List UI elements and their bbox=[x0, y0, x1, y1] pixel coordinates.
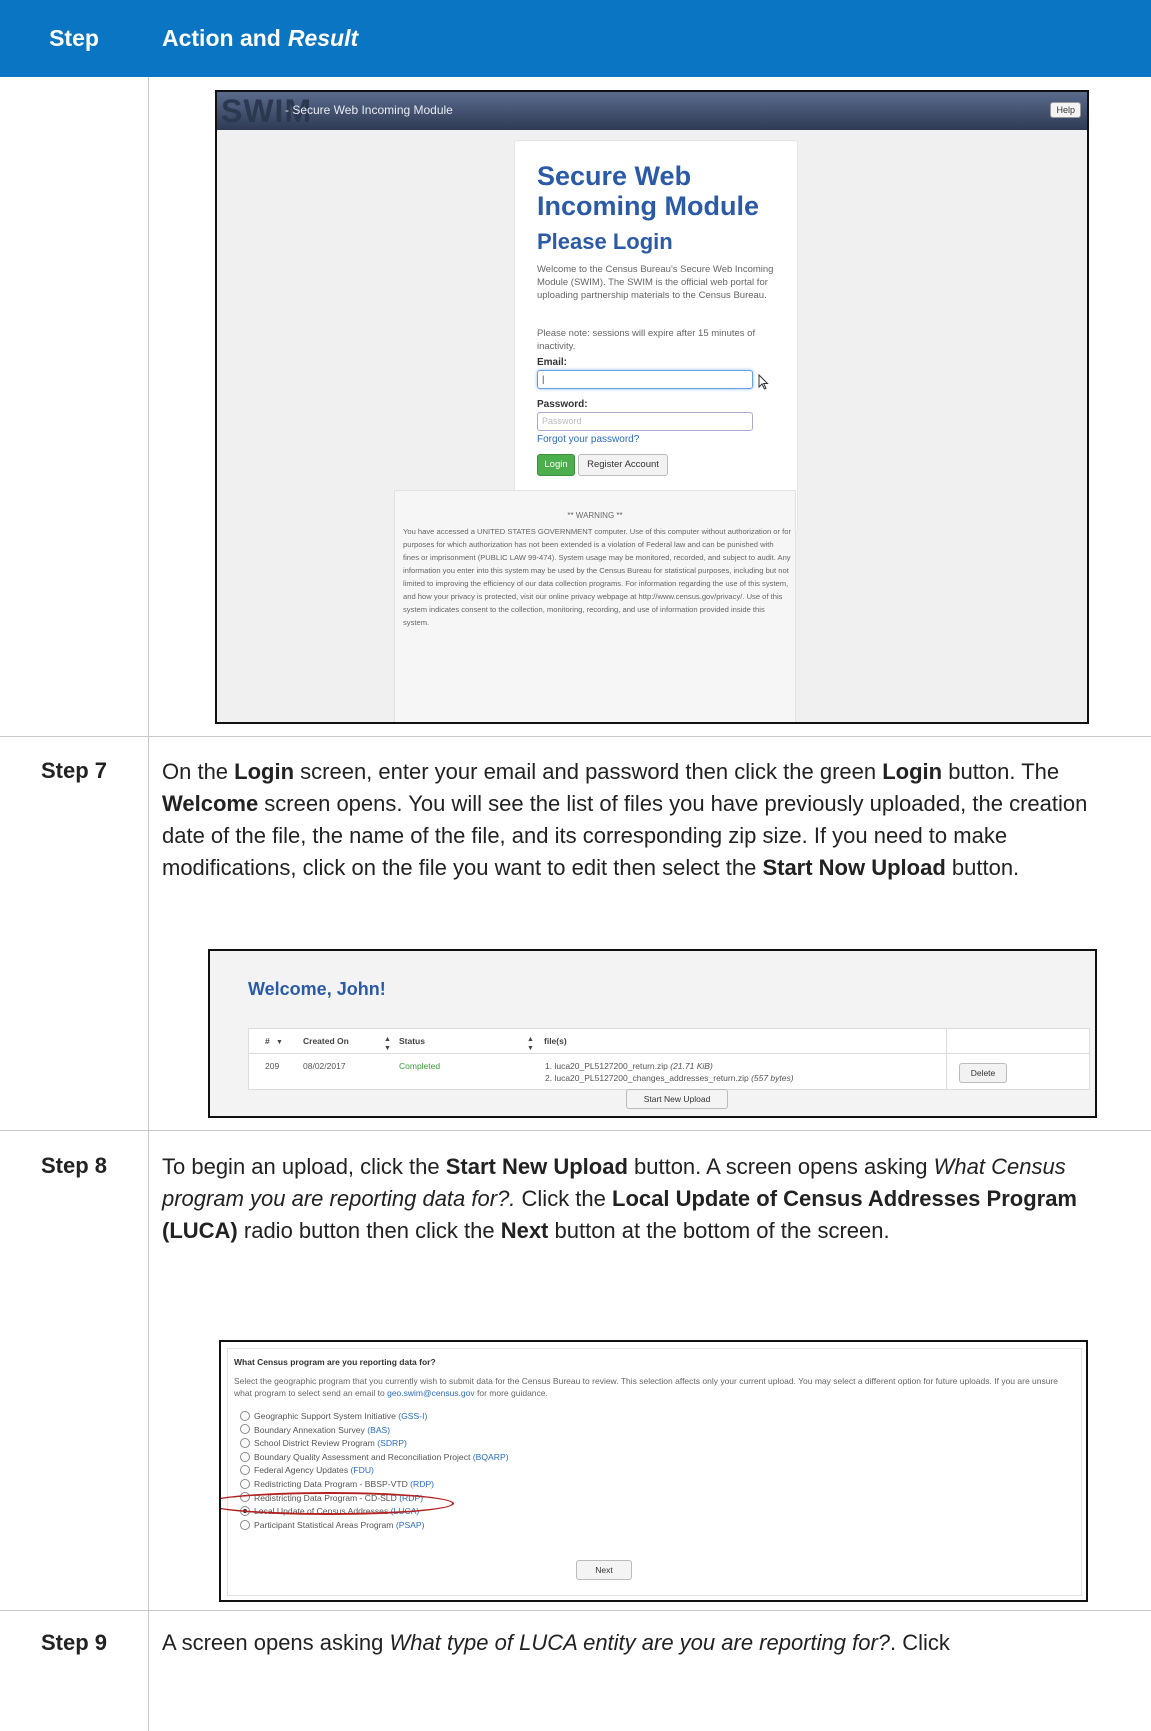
program-option-label: Federal Agency Updates bbox=[254, 1465, 349, 1476]
program-instructions: Select the geographic program that you c… bbox=[234, 1376, 1059, 1398]
swim-login-screenshot: SWIM - Secure Web Incoming Module Help S… bbox=[215, 90, 1089, 724]
start-new-upload-button[interactable]: Start New Upload bbox=[626, 1089, 728, 1109]
sort-icon[interactable]: ▲ ▼ bbox=[527, 1035, 534, 1059]
col-num[interactable]: # bbox=[265, 1029, 270, 1053]
program-option-abbr[interactable]: (PSAP) bbox=[396, 1520, 425, 1530]
file-1[interactable]: 1. luca20_PL5127200_return.zip (21.71 Ki… bbox=[545, 1061, 713, 1071]
program-option[interactable]: Geographic Support System Initiative (GS… bbox=[240, 1410, 427, 1422]
program-option-abbr[interactable]: (BQARP) bbox=[473, 1452, 509, 1462]
program-option-label: Geographic Support System Initiative bbox=[254, 1411, 396, 1421]
program-option[interactable]: Participant Statistical Areas Program (P… bbox=[240, 1519, 425, 1531]
row-divider bbox=[0, 736, 1151, 737]
radio-button-icon[interactable] bbox=[240, 1478, 250, 1489]
register-account-button[interactable]: Register Account bbox=[578, 454, 668, 476]
program-select-screenshot: What Census program are you reporting da… bbox=[219, 1340, 1088, 1602]
next-button[interactable]: Next bbox=[576, 1560, 632, 1580]
radio-button-icon[interactable] bbox=[240, 1437, 250, 1448]
warning-panel: ** WARNING ** You have accessed a UNITED… bbox=[394, 490, 796, 722]
radio-button-icon[interactable] bbox=[240, 1451, 250, 1462]
col-created-on[interactable]: Created On bbox=[303, 1029, 349, 1053]
uploads-table: # ▼ Created On ▲ ▼ Status ▲ ▼ file(s) 209 … bbox=[248, 1028, 1090, 1090]
warning-text: You have accessed a UNITED STATES GOVERN… bbox=[403, 527, 792, 627]
step-7-text: On the Login screen, enter your email an… bbox=[162, 759, 1088, 880]
warning-heading: ** WARNING ** bbox=[567, 511, 623, 520]
table-divider bbox=[249, 1053, 1089, 1054]
header-step: Step bbox=[49, 25, 99, 51]
program-option-label: School District Review Program bbox=[254, 1438, 375, 1449]
program-option-abbr[interactable]: (GSS-I) bbox=[398, 1411, 427, 1421]
help-button[interactable]: Help bbox=[1050, 102, 1081, 118]
row-divider bbox=[0, 1610, 1151, 1611]
login-title: Secure Web Incoming Module bbox=[537, 161, 759, 221]
radio-button-icon[interactable] bbox=[240, 1424, 250, 1435]
password-label: Password: bbox=[537, 399, 588, 410]
table-divider bbox=[946, 1029, 947, 1089]
program-option-abbr[interactable]: (FDU) bbox=[351, 1465, 374, 1475]
program-panel: What Census program are you reporting da… bbox=[221, 1348, 1082, 1596]
sort-desc-icon[interactable]: ▼ bbox=[276, 1031, 283, 1055]
program-option-label: Participant Statistical Areas Program bbox=[254, 1519, 394, 1530]
program-option-abbr[interactable]: (BAS) bbox=[367, 1425, 390, 1435]
row-created: 08/02/2017 bbox=[303, 1061, 346, 1071]
program-option[interactable]: Federal Agency Updates (FDU) bbox=[240, 1465, 374, 1476]
swim-subtitle: - Secure Web Incoming Module bbox=[285, 103, 453, 117]
header-action: Action and Result bbox=[162, 25, 359, 51]
row-status: Completed bbox=[399, 1061, 441, 1071]
column-divider bbox=[148, 77, 149, 1731]
program-option-label: Redistricting Data Program - BBSP-VTD bbox=[254, 1479, 408, 1489]
row-divider bbox=[0, 1130, 1151, 1131]
welcome-title: Welcome, John! bbox=[248, 979, 386, 999]
forgot-password-link[interactable]: Forgot your password? bbox=[537, 434, 639, 445]
step-8-label: Step 8 bbox=[40, 1153, 108, 1178]
radio-button-icon[interactable] bbox=[240, 1465, 250, 1476]
email-label: Email: bbox=[537, 357, 568, 368]
login-panel: Secure Web Incoming Module Please Login … bbox=[514, 140, 798, 532]
step-9-text: A screen opens asking What type of LUCA … bbox=[162, 1630, 950, 1655]
program-option-abbr[interactable]: (SDRP) bbox=[377, 1438, 407, 1448]
program-option-label: Boundary Annexation Survey bbox=[254, 1424, 365, 1435]
login-heading: Please Login bbox=[537, 229, 673, 254]
col-files[interactable]: file(s) bbox=[544, 1029, 567, 1053]
radio-button-icon[interactable] bbox=[240, 1410, 250, 1421]
mouse-cursor-icon bbox=[758, 374, 769, 390]
step-7-label: Step 7 bbox=[40, 758, 108, 783]
welcome-screenshot: Welcome, John! # ▼ Created On ▲ ▼ Status … bbox=[208, 949, 1097, 1118]
swim-top-bar: SWIM - Secure Web Incoming Module Help bbox=[217, 92, 1087, 130]
step-8-text: To begin an upload, click the Start New … bbox=[162, 1154, 1077, 1243]
col-status[interactable]: Status bbox=[399, 1029, 425, 1053]
program-option[interactable]: School District Review Program (SDRP) bbox=[240, 1437, 407, 1449]
program-option-abbr[interactable]: (RDP) bbox=[410, 1479, 434, 1489]
step-9-label: Step 9 bbox=[40, 1630, 108, 1655]
radio-button-icon[interactable] bbox=[240, 1519, 250, 1530]
sort-icon[interactable]: ▲ ▼ bbox=[384, 1035, 391, 1059]
program-option[interactable]: Boundary Annexation Survey (BAS) bbox=[240, 1424, 390, 1436]
delete-button[interactable]: Delete bbox=[959, 1063, 1007, 1083]
file-2[interactable]: 2. luca20_PL5127200_changes_addresses_re… bbox=[545, 1073, 794, 1083]
program-option[interactable]: Boundary Quality Assessment and Reconcil… bbox=[240, 1451, 509, 1463]
session-note: Please note: sessions will expire after … bbox=[537, 328, 756, 352]
row-num: 209 bbox=[265, 1061, 280, 1071]
program-option[interactable]: Redistricting Data Program - BBSP-VTD (R… bbox=[240, 1478, 434, 1490]
login-button[interactable]: Login bbox=[537, 454, 575, 476]
login-intro: Welcome to the Census Bureau's Secure We… bbox=[537, 264, 774, 301]
table-header: Step Action and Result bbox=[0, 0, 1151, 77]
program-option-label: Boundary Quality Assessment and Reconcil… bbox=[254, 1451, 471, 1462]
program-question: What Census program are you reporting da… bbox=[234, 1357, 436, 1367]
password-field[interactable]: Password bbox=[537, 412, 753, 431]
email-field[interactable]: | bbox=[537, 370, 753, 389]
support-email-link[interactable]: geo.swim@census.gov bbox=[387, 1388, 475, 1398]
